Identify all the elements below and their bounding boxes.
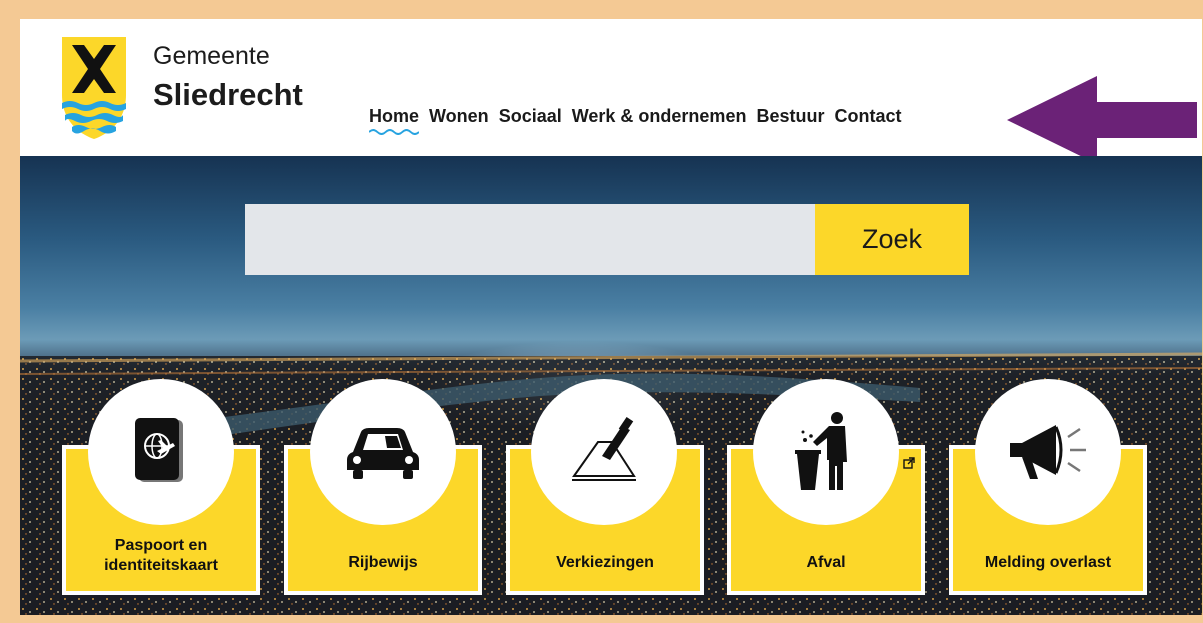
nav-item-home-label: Home xyxy=(369,106,420,126)
tile-circle-afval xyxy=(753,379,899,525)
tile-label: Melding overlast xyxy=(984,554,1112,571)
brand-line-1: Gemeente xyxy=(153,42,270,70)
nav-item-werk-ondernemen[interactable]: Werk & ondernemen xyxy=(572,106,747,133)
main-nav: Home Wonen Sociaal Werk & ondernemen Bes… xyxy=(369,106,911,135)
tile-label: Afval xyxy=(806,554,846,571)
trash-bin-icon xyxy=(795,412,847,490)
tile-circle-rijbewijs xyxy=(310,379,456,525)
nav-item-contact[interactable]: Contact xyxy=(834,106,901,133)
tile-label: Paspoort en identiteitskaart xyxy=(104,537,218,574)
car-icon xyxy=(347,428,419,479)
tile-circle-paspoort xyxy=(88,379,234,525)
search-button[interactable]: Zoek xyxy=(815,204,969,275)
browser-frame: Gemeente Sliedrecht Home Wonen Sociaal W… xyxy=(20,19,1202,615)
annotation-arrow xyxy=(1007,76,1197,164)
search-bar: Zoek xyxy=(245,204,969,275)
gemeente-logo[interactable] xyxy=(62,37,126,139)
megaphone-icon xyxy=(1010,425,1086,479)
tile-label: Verkiezingen xyxy=(556,554,654,571)
ballot-icon xyxy=(572,416,636,481)
nav-item-bestuur[interactable]: Bestuur xyxy=(756,106,824,133)
tile-circle-verkiezingen xyxy=(531,379,677,525)
nav-item-sociaal[interactable]: Sociaal xyxy=(499,106,562,133)
site-header: Gemeente Sliedrecht Home Wonen Sociaal W… xyxy=(20,19,1202,164)
brand-line-2: Sliedrecht xyxy=(153,77,303,112)
tile-label: Rijbewijs xyxy=(348,554,418,571)
external-link-icon xyxy=(903,457,915,469)
nav-item-wonen[interactable]: Wonen xyxy=(429,106,489,133)
tile-circle-melding-overlast xyxy=(975,379,1121,525)
active-wave-underline xyxy=(369,129,420,135)
passport-icon xyxy=(135,418,183,482)
search-input[interactable] xyxy=(245,204,815,275)
nav-item-home[interactable]: Home xyxy=(369,106,420,135)
